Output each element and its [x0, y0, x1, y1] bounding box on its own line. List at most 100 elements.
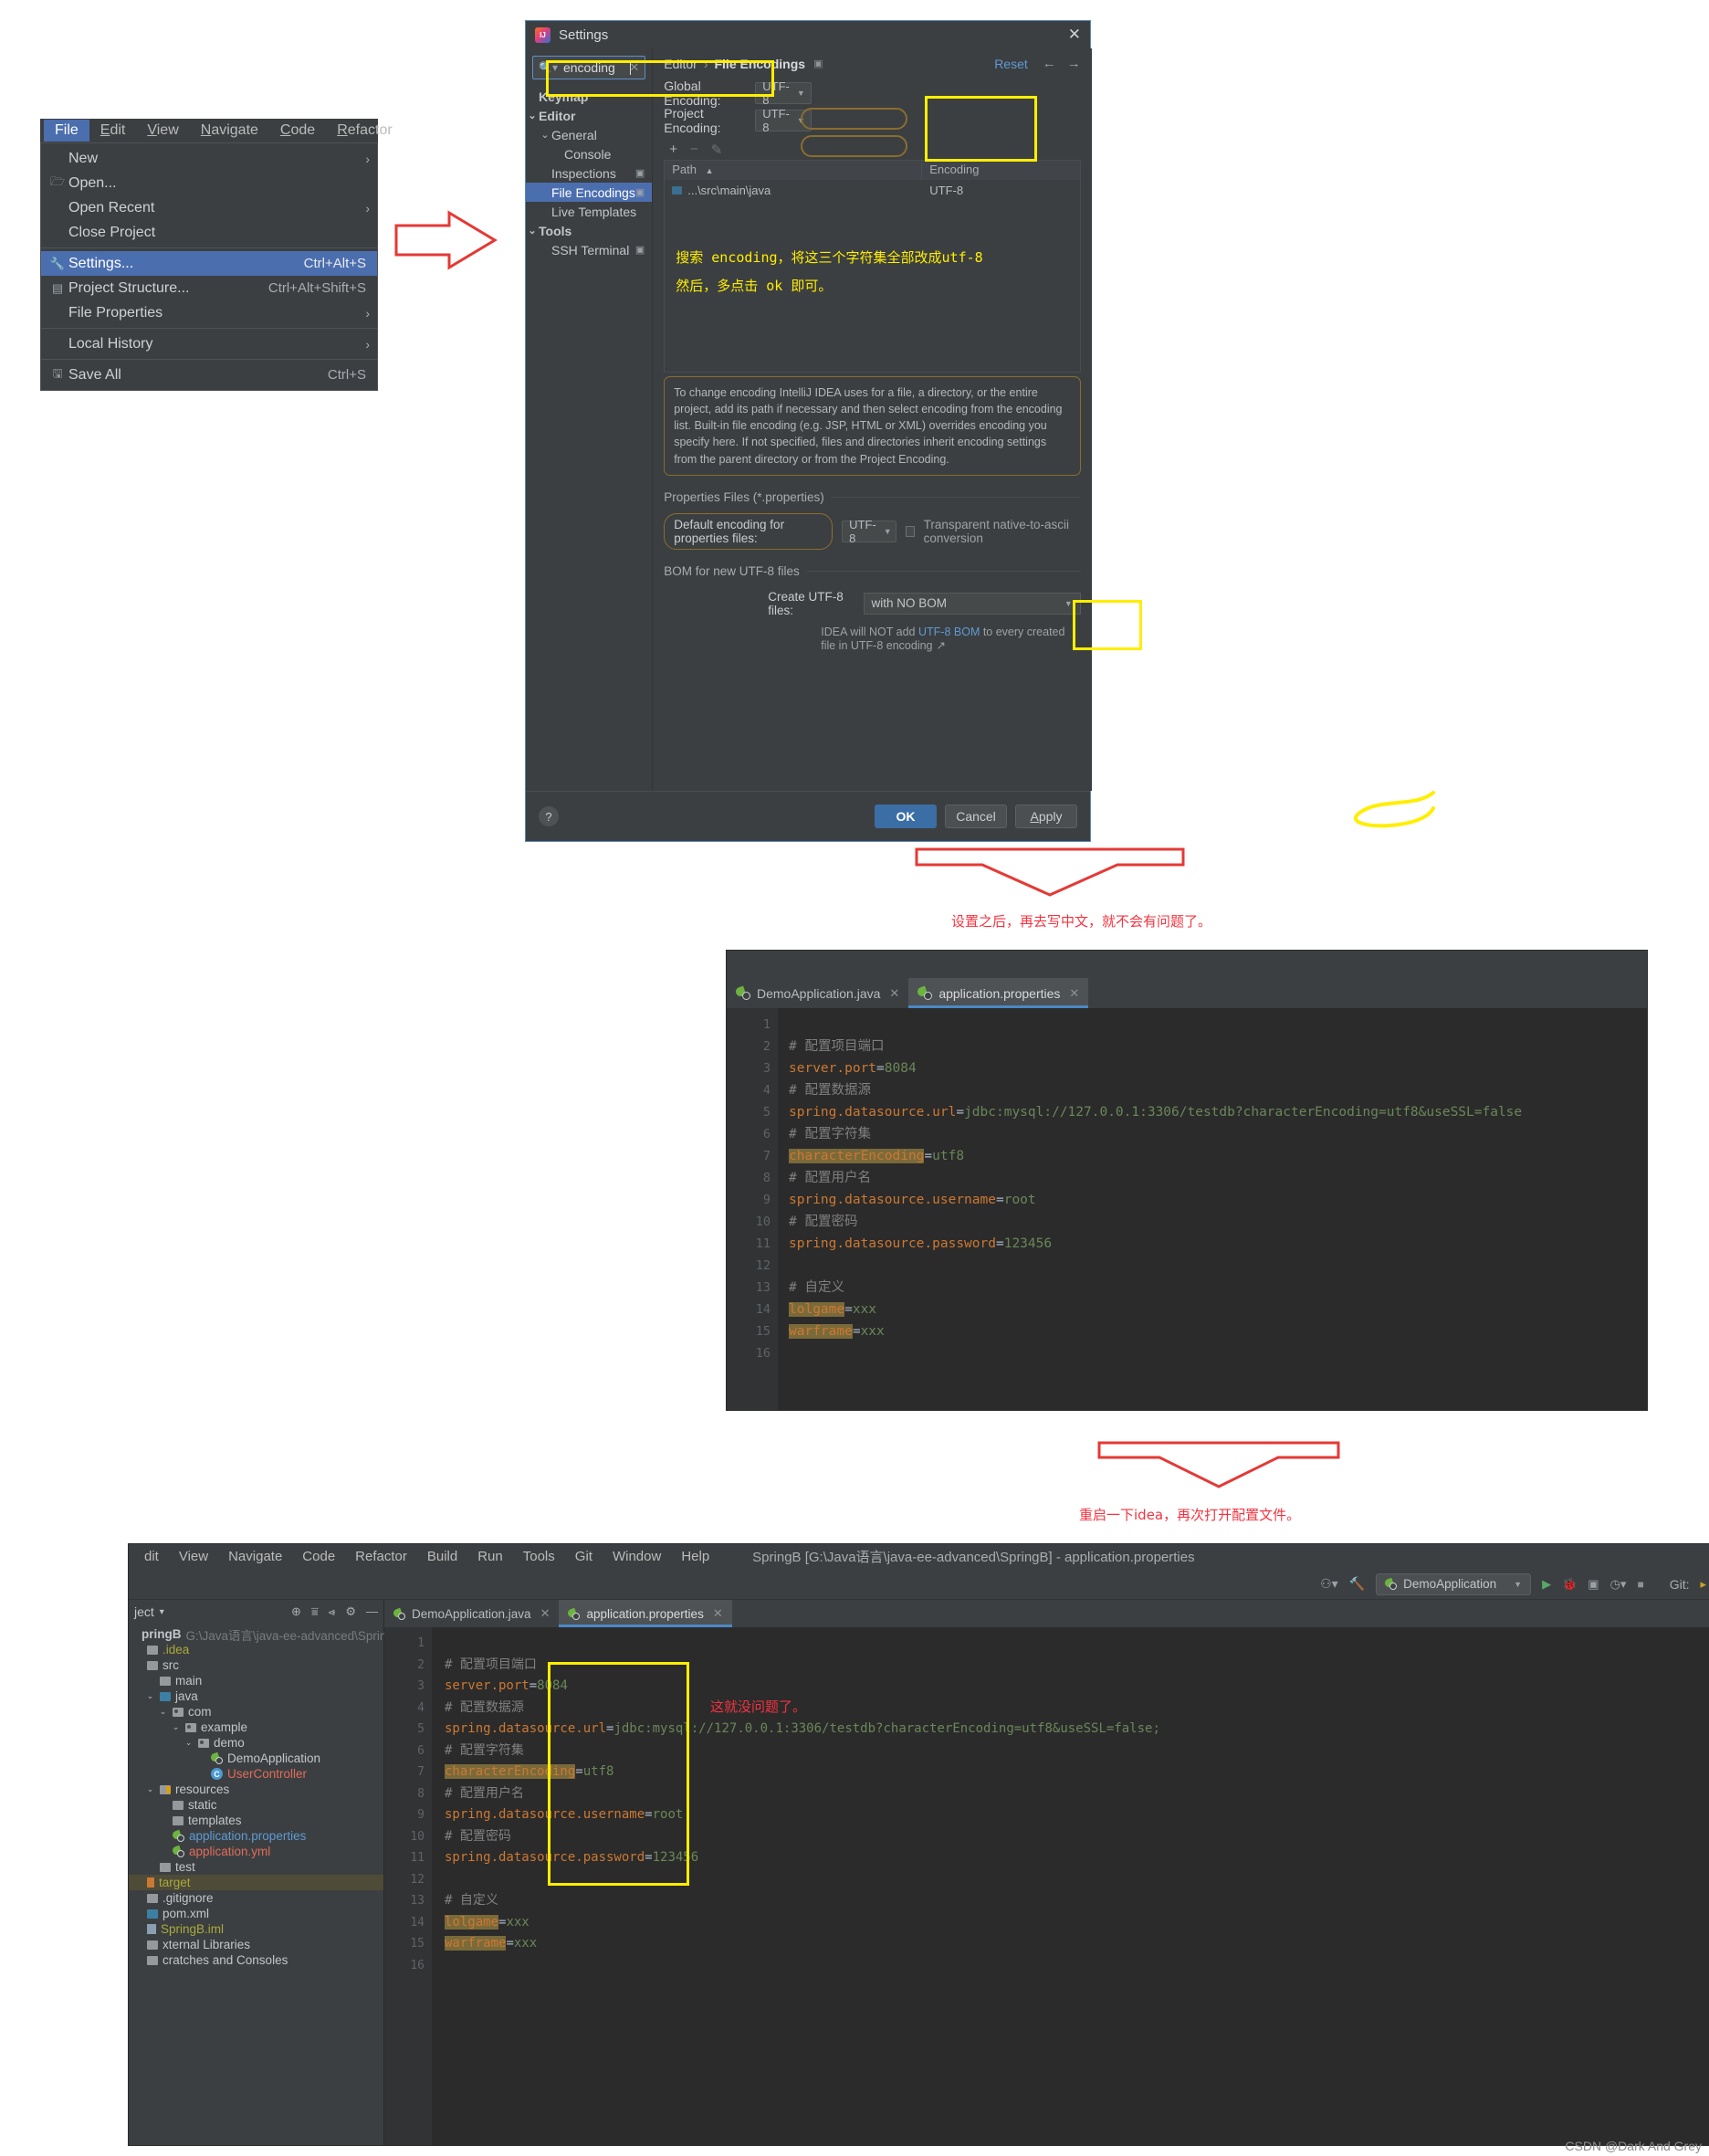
menubar-item-view[interactable]: View: [136, 120, 189, 142]
menu-item-settings[interactable]: 🔧 Settings... Ctrl+Alt+S: [41, 251, 377, 276]
ide-menu-item-navigate[interactable]: Navigate: [218, 1547, 292, 1566]
settings-gear-icon[interactable]: ⚙: [345, 1604, 356, 1619]
code-content[interactable]: # 配置项目端口 server.port=8084 # 配置数据源 spring.da…: [778, 1008, 1647, 1410]
project-tree-item[interactable]: application.yml: [129, 1844, 383, 1859]
project-tree-item[interactable]: xternal Libraries: [129, 1937, 383, 1952]
nav-forward-icon[interactable]: →: [1067, 56, 1081, 71]
project-tree-item[interactable]: src: [129, 1657, 383, 1673]
profile-button[interactable]: ◷▾: [1610, 1577, 1627, 1592]
ide-menu-item-window[interactable]: Window: [603, 1547, 671, 1566]
edit-path-button[interactable]: ✎: [711, 142, 723, 158]
project-tree-item[interactable]: cratches and Consoles: [129, 1952, 383, 1968]
run-configuration-select[interactable]: DemoApplication ▼: [1376, 1572, 1532, 1595]
close-icon[interactable]: ✕: [540, 1606, 550, 1621]
menu-item-save-all[interactable]: 🖫 Save All Ctrl+S: [41, 363, 377, 387]
menu-item-open[interactable]: 🗁 Open...: [41, 171, 377, 195]
hammer-icon[interactable]: 🔨: [1349, 1576, 1365, 1592]
settings-tree-item-editor[interactable]: ⌄ Editor: [526, 106, 652, 125]
remove-path-button[interactable]: −: [690, 142, 698, 157]
ide-tab-application-properties[interactable]: application.properties ✕: [559, 1600, 732, 1627]
chevron-down-icon[interactable]: ▾: [160, 1607, 164, 1617]
menubar-item-refactor[interactable]: Refactor: [326, 120, 403, 142]
project-tree-item[interactable]: DemoApplication: [129, 1751, 383, 1766]
chevron-down-icon[interactable]: ⌄: [145, 1784, 155, 1794]
global-encoding-select[interactable]: UTF-8 ▼: [755, 79, 813, 107]
chevron-down-icon[interactable]: ⌄: [145, 1691, 155, 1701]
menubar-item-file[interactable]: File: [44, 120, 89, 142]
project-tree-item[interactable]: ⌄ demo: [129, 1735, 383, 1751]
chevron-down-icon[interactable]: ⌄: [158, 1707, 168, 1717]
chevron-down-icon[interactable]: ⌄: [183, 1738, 194, 1748]
reset-link[interactable]: Reset: [994, 57, 1028, 71]
menubar-item-code[interactable]: Code: [269, 120, 326, 142]
project-tree-item[interactable]: SpringB.iml: [129, 1921, 383, 1937]
create-utf8-files-select[interactable]: with NO BOM ▼: [863, 592, 1081, 615]
project-tree-item[interactable]: ⌄ example: [129, 1720, 383, 1735]
tab-application-properties[interactable]: application.properties ✕: [908, 978, 1089, 1008]
ide-menu-item-run[interactable]: Run: [467, 1547, 513, 1566]
close-icon[interactable]: ✕: [1068, 26, 1081, 44]
close-icon[interactable]: ✕: [889, 986, 899, 1001]
stop-button[interactable]: ■: [1637, 1578, 1643, 1591]
ide-menu-item-git[interactable]: Git: [565, 1547, 603, 1566]
project-tree-item[interactable]: pom.xml: [129, 1906, 383, 1921]
add-path-button[interactable]: +: [669, 142, 677, 157]
help-button[interactable]: ?: [539, 806, 559, 826]
default-properties-encoding-select[interactable]: UTF-8 ▼: [842, 518, 897, 545]
project-tree-item[interactable]: templates: [129, 1813, 383, 1828]
ide-menu-item-code[interactable]: Code: [292, 1547, 345, 1566]
run-with-coverage-button[interactable]: ▣: [1588, 1577, 1599, 1592]
settings-tree-item-tools[interactable]: ⌄ Tools: [526, 221, 652, 240]
settings-search-input[interactable]: 🔍▾ encoding ✕: [532, 56, 646, 79]
ide-menu-item-dit[interactable]: dit: [134, 1547, 169, 1566]
run-button[interactable]: ▶: [1542, 1577, 1551, 1592]
menubar-item-navigate[interactable]: Navigate: [190, 120, 269, 142]
transparent-native-to-ascii-checkbox[interactable]: [906, 525, 915, 537]
close-icon[interactable]: ✕: [713, 1606, 723, 1621]
ide-menu-item-build[interactable]: Build: [417, 1547, 467, 1566]
cancel-button[interactable]: Cancel: [945, 805, 1007, 828]
ide-menu-item-refactor[interactable]: Refactor: [345, 1547, 417, 1566]
project-tree-item[interactable]: ⌄ resources: [129, 1782, 383, 1797]
settings-tree-item-console[interactable]: Console: [526, 144, 652, 163]
column-header-path[interactable]: Path ▲: [665, 161, 923, 180]
column-header-encoding[interactable]: Encoding: [922, 161, 1080, 180]
project-tree-item[interactable]: C UserController: [129, 1766, 383, 1782]
project-tree-item[interactable]: .gitignore: [129, 1890, 383, 1906]
menu-item-new[interactable]: New ›: [41, 146, 377, 171]
settings-tree-item-live-templates[interactable]: Live Templates: [526, 202, 652, 221]
apply-button[interactable]: Apply: [1015, 805, 1077, 828]
project-tree-item[interactable]: test: [129, 1859, 383, 1875]
expand-all-icon[interactable]: ⩸: [311, 1604, 319, 1619]
settings-tree-item-keymap[interactable]: Keymap: [526, 87, 652, 106]
locate-icon[interactable]: ⊕: [291, 1604, 301, 1619]
hide-icon[interactable]: —: [366, 1604, 378, 1619]
project-tree-item[interactable]: ⌄ com: [129, 1704, 383, 1720]
code-content[interactable]: # 配置项目端口 server.port=8084 # 配置数据源 spring.da…: [432, 1627, 1709, 2145]
git-arrow-icon[interactable]: ▸: [1700, 1577, 1706, 1592]
table-row[interactable]: ...\src\main\java UTF-8: [665, 180, 1080, 200]
menu-item-close-project[interactable]: Close Project: [41, 220, 377, 245]
project-tree-item[interactable]: pringB G:\Java语言\java-ee-advanced\Spring…: [129, 1626, 402, 1643]
menubar-item-edit[interactable]: Edit: [89, 120, 137, 142]
project-tree-item[interactable]: static: [129, 1797, 383, 1813]
project-tree-item[interactable]: application.properties: [129, 1828, 383, 1844]
menu-item-open-recent[interactable]: Open Recent ›: [41, 195, 377, 220]
project-tree-item[interactable]: target: [129, 1875, 383, 1890]
project-tree-item[interactable]: .idea: [129, 1642, 383, 1657]
vcs-icon[interactable]: ⚇▾: [1320, 1576, 1338, 1592]
settings-tree-item-general[interactable]: ⌄ General: [526, 125, 652, 144]
ok-button[interactable]: OK: [875, 805, 937, 828]
project-tree-item[interactable]: main: [129, 1673, 383, 1688]
menu-item-local-history[interactable]: Local History ›: [41, 331, 377, 356]
bom-note-link[interactable]: UTF-8 BOM: [918, 626, 980, 638]
menu-item-project-structure[interactable]: ▤ Project Structure... Ctrl+Alt+Shift+S: [41, 276, 377, 300]
settings-tree-item-file-encodings[interactable]: File Encodings ▣: [526, 183, 653, 202]
debug-button[interactable]: 🐞: [1562, 1577, 1577, 1592]
ide-menu-item-tools[interactable]: Tools: [513, 1547, 565, 1566]
settings-tree-item-ssh-terminal[interactable]: SSH Terminal ▣: [526, 240, 652, 259]
tab-demoapplication-java[interactable]: DemoApplication.java ✕: [727, 978, 908, 1008]
ide-menu-item-help[interactable]: Help: [671, 1547, 719, 1566]
project-tree-item[interactable]: ⌄ java: [129, 1688, 383, 1704]
close-icon[interactable]: ✕: [1069, 986, 1079, 1001]
